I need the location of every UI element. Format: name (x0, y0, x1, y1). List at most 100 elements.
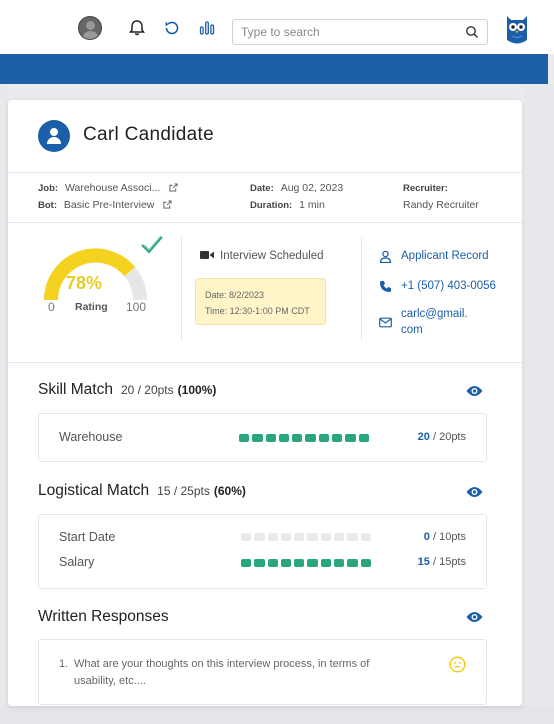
written-responses-box: 1. What are your thoughts on this interv… (38, 639, 487, 705)
neutral-face-icon (449, 656, 466, 673)
progress-segment (280, 533, 292, 541)
progress-segment (280, 559, 292, 567)
progress-segment (347, 559, 358, 567)
date-value: Aug 02, 2023 (280, 182, 344, 194)
skill-row-bar (239, 434, 369, 442)
schedule-date: Date: 8/2/2023 (205, 290, 265, 300)
rating-label: Rating (75, 301, 108, 313)
progress-segment (305, 434, 316, 442)
external-link-icon[interactable] (169, 183, 178, 192)
skill-match-points: 20 / 20pts (120, 383, 174, 397)
progress-segment (347, 533, 358, 541)
logistical-match-box: Start Date 0 / 10pts Salary 15 / 15pts (38, 514, 487, 589)
top-bar (0, 0, 554, 54)
logistical-row-score-total: / 10pts (432, 531, 466, 543)
progress-segment (320, 533, 332, 541)
progress-segment (294, 533, 305, 541)
check-icon (141, 235, 163, 254)
progress-segment (254, 559, 265, 567)
progress-segment (267, 533, 278, 541)
logistical-row-score: 15 / 15pts (394, 556, 466, 568)
email-text-line2[interactable]: com (401, 324, 423, 336)
recruiter-value: Randy Recruiter (403, 199, 479, 211)
progress-segment (360, 559, 371, 567)
bar-chart-icon[interactable] (197, 18, 217, 38)
bot-value: Basic Pre-Interview (63, 199, 155, 211)
progress-segment (334, 533, 345, 541)
progress-segment (358, 434, 369, 442)
rating-max: 100 (126, 300, 147, 314)
applicant-record-text[interactable]: Applicant Record (401, 250, 489, 262)
bot-meta: Bot: Basic Pre-Interview (38, 199, 172, 211)
background-left (0, 84, 8, 724)
search-input[interactable] (241, 23, 451, 41)
skill-row-score: 20 / 20pts (394, 431, 466, 443)
progress-segment (292, 434, 303, 442)
progress-segment (241, 559, 252, 567)
recruiter-label-wrap: Recruiter: (403, 182, 448, 194)
eye-icon[interactable] (466, 385, 483, 397)
skill-match-title: Skill Match 20 / 20pts (100%) (38, 381, 216, 399)
job-label: Job: (38, 183, 59, 194)
eye-icon[interactable] (466, 486, 483, 498)
progress-segment (345, 434, 356, 442)
rating-percent: 78% (66, 273, 103, 293)
job-meta: Job: Warehouse Associ... (38, 182, 178, 194)
question-text: What are your thoughts on this interview… (74, 658, 370, 687)
logistical-row-bar (241, 559, 371, 567)
schedule-time: Time: 12:30-1:00 PM CDT (205, 306, 310, 316)
written-responses-title: Written Responses (38, 608, 169, 626)
duration-meta: Duration: 1 min (250, 199, 325, 211)
email-text-line1[interactable]: carlc@gmail. (401, 308, 468, 320)
logistical-match-percent: (60%) (213, 484, 246, 498)
header-band-edge (548, 54, 554, 84)
external-link-icon[interactable] (163, 200, 172, 209)
logistical-match-heading: Logistical Match (38, 482, 150, 499)
candidate-avatar-icon (38, 120, 70, 152)
candidate-card: Carl Candidate Job: Warehouse Associ... … (8, 100, 522, 706)
progress-segment (278, 434, 290, 442)
duration-value: 1 min (299, 199, 325, 211)
skill-row-score-total: / 20pts (432, 431, 466, 443)
candidate-name: Carl Candidate (83, 124, 214, 145)
progress-segment (360, 533, 371, 541)
search-icon[interactable] (465, 25, 479, 39)
logistical-row-bar (241, 533, 371, 541)
skill-row-label: Warehouse (59, 430, 123, 444)
progress-segment (252, 434, 263, 442)
eye-icon[interactable] (466, 611, 483, 623)
owl-logo[interactable] (505, 14, 529, 46)
phone-text[interactable]: +1 (507) 403-0056 (401, 280, 496, 292)
date-label: Date: (250, 183, 274, 194)
progress-segment (239, 434, 250, 442)
recruiter-value-wrap: Randy Recruiter (399, 199, 479, 211)
progress-segment (320, 559, 332, 567)
mail-icon (379, 317, 392, 328)
progress-segment (334, 559, 345, 567)
divider (8, 362, 522, 363)
progress-segment (267, 559, 278, 567)
date-meta: Date: Aug 02, 2023 (250, 182, 343, 194)
user-avatar[interactable] (78, 16, 102, 40)
schedule-box: Date: 8/2/2023 Time: 12:30-1:00 PM CDT (195, 278, 326, 325)
progress-segment (318, 434, 330, 442)
logistical-match-points: 15 / 25pts (157, 484, 210, 498)
video-icon (200, 251, 214, 259)
refresh-icon[interactable] (162, 18, 182, 38)
progress-segment (254, 533, 265, 541)
bottom-strip (0, 706, 554, 724)
progress-segment (294, 559, 305, 567)
written-responses-heading: Written Responses (38, 608, 169, 625)
progress-segment (307, 533, 318, 541)
logistical-row-label: Salary (59, 555, 95, 569)
logistical-row-score: 0 / 10pts (394, 531, 466, 543)
progress-segment (241, 533, 252, 541)
background-right (524, 84, 554, 724)
bot-label: Bot: (38, 200, 57, 211)
skill-row-score-value: 20 (417, 431, 430, 443)
search-box (232, 19, 488, 45)
progress-segment (332, 434, 343, 442)
bell-icon[interactable] (127, 18, 147, 38)
job-value: Warehouse Associ... (64, 182, 161, 194)
vertical-divider (181, 237, 182, 341)
